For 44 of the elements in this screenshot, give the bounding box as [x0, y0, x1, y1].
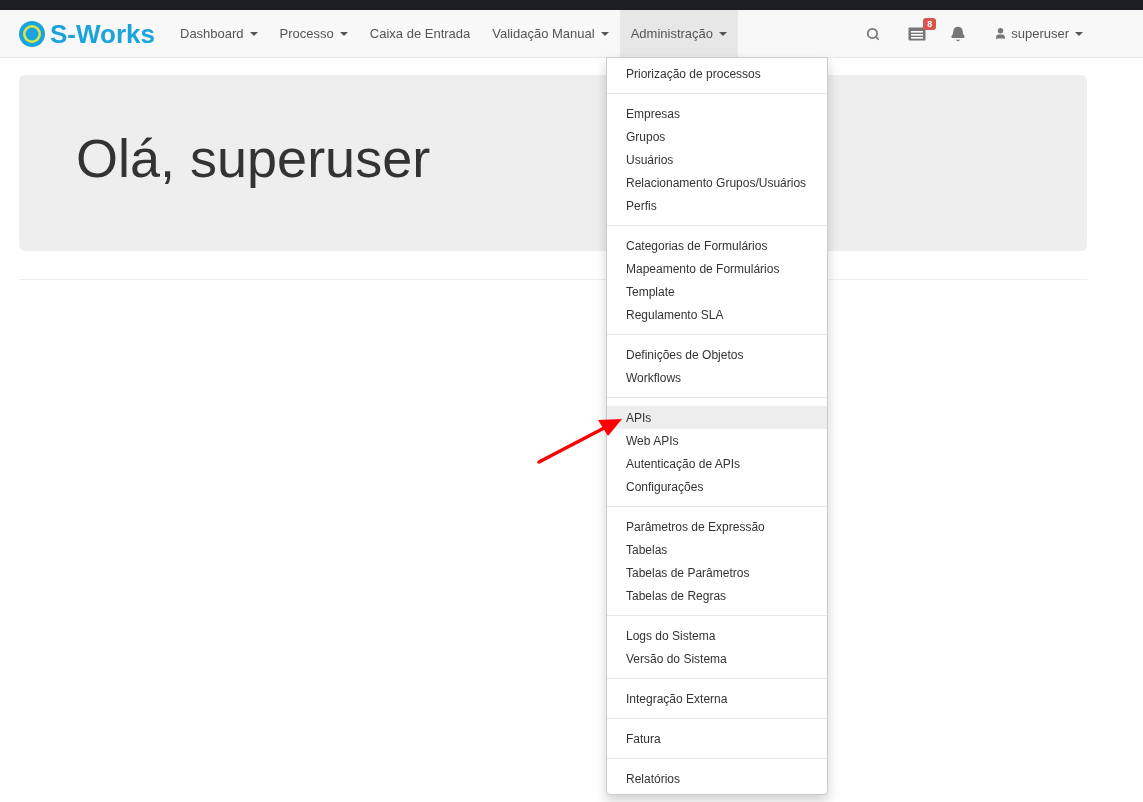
user-menu[interactable]: superuser — [986, 10, 1091, 57]
search-icon — [866, 26, 881, 41]
news-button[interactable]: 8 — [900, 10, 935, 57]
menu-item[interactable]: Categorias de Formulários — [607, 234, 827, 257]
menu-item[interactable]: Configurações — [607, 475, 827, 498]
menu-item[interactable]: Web APIs — [607, 429, 827, 452]
caret-icon — [249, 31, 258, 36]
menu-item[interactable]: Workflows — [607, 366, 827, 389]
menu-item[interactable]: Logs do Sistema — [607, 624, 827, 647]
nav-item[interactable]: Dashboard — [169, 10, 269, 57]
menu-item[interactable]: Fatura — [607, 727, 827, 750]
logo-icon — [18, 19, 46, 48]
menu-item[interactable]: Grupos — [607, 125, 827, 148]
nav-item[interactable]: Administração — [619, 10, 739, 57]
newspaper-icon — [908, 26, 927, 41]
caret-icon — [719, 31, 728, 36]
menu-item[interactable]: Usuários — [607, 148, 827, 171]
menu-item[interactable]: Relacionamento Grupos/Usuários — [607, 171, 827, 194]
menu-item[interactable]: Tabelas de Parâmetros — [607, 561, 827, 584]
caret-icon — [1075, 31, 1083, 36]
menu-item[interactable]: Versão do Sistema — [607, 647, 827, 670]
menu-item[interactable]: Mapeamento de Formulários — [607, 257, 827, 280]
menu-item[interactable]: Template — [607, 280, 827, 303]
bell-icon — [950, 25, 967, 42]
menu-item[interactable]: Autenticação de APIs — [607, 452, 827, 475]
nav-item[interactable]: Validação Manual — [481, 10, 620, 57]
menu-item[interactable]: Integração Externa — [607, 687, 827, 710]
caret-icon — [600, 31, 609, 36]
menu-item[interactable]: Relatórios — [607, 767, 827, 790]
nav-item[interactable]: Caixa de Entrada — [358, 10, 482, 57]
user-icon — [994, 27, 1008, 40]
menu-item[interactable]: Perfis — [607, 194, 827, 217]
menu-item[interactable]: Tabelas de Regras — [607, 584, 827, 607]
menu-item[interactable]: Definições de Objetos — [607, 343, 827, 366]
menu-item[interactable]: Empresas — [607, 102, 827, 125]
menu-item[interactable]: APIs — [607, 406, 827, 429]
caret-icon — [339, 31, 348, 36]
menu-item[interactable]: Priorização de processos — [607, 62, 827, 85]
menu-item[interactable]: Parâmetros de Expressão — [607, 515, 827, 538]
menu-item[interactable]: Tabelas — [607, 538, 827, 561]
hero-heading: Olá, superuser — [76, 131, 431, 190]
nav-item[interactable]: Processo — [268, 10, 359, 57]
notification-badge: 8 — [923, 18, 937, 30]
menu-item[interactable]: Regulamento SLA — [607, 303, 827, 326]
